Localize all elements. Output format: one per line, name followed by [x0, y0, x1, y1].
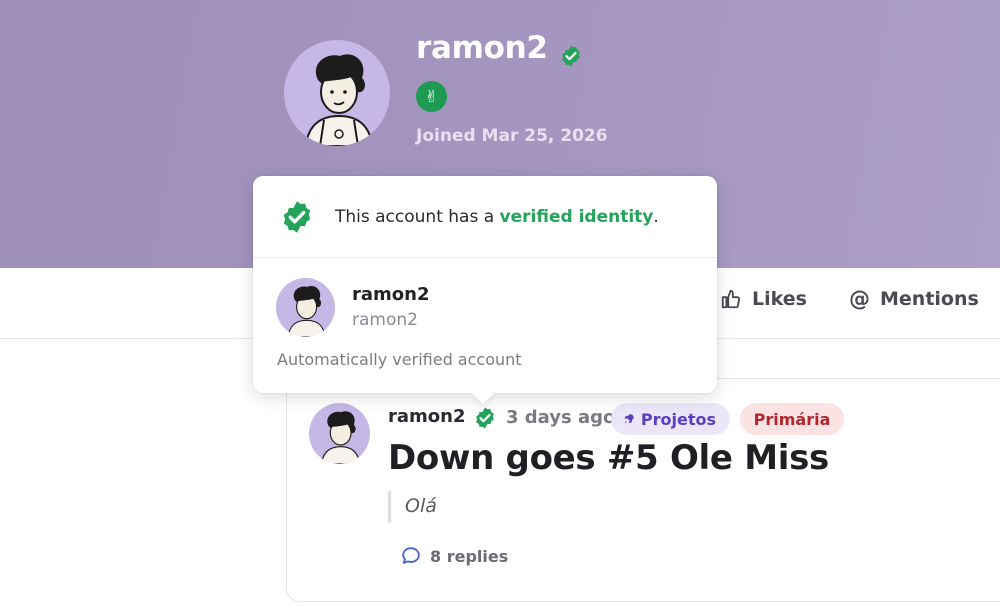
post-author[interactable]: ramon2: [388, 406, 465, 427]
profile-avatar[interactable]: [284, 40, 390, 146]
peace-hand-icon[interactable]: ✌: [416, 81, 447, 112]
verified-badge-icon[interactable]: [559, 44, 583, 68]
post-timestamp: 3 days ago: [506, 407, 616, 428]
popover-note: Automatically verified account: [277, 350, 522, 369]
tag-projetos[interactable]: Projetos: [611, 403, 730, 435]
at-sign-icon: @: [849, 287, 870, 311]
verified-message-prefix: This account has a: [335, 207, 500, 227]
tab-mentions[interactable]: @ Mentions: [849, 286, 979, 312]
verified-identity-popover: This account has a verified identity. ra…: [253, 176, 717, 393]
rocket-icon: [624, 414, 634, 424]
joined-date: Joined Mar 25, 2026: [416, 126, 608, 146]
replies-link[interactable]: 8 replies: [400, 545, 508, 567]
post-excerpt: Olá: [405, 495, 437, 517]
tag-label: Primária: [753, 409, 831, 429]
tab-likes-label: Likes: [752, 288, 807, 310]
thumbs-up-icon: [721, 289, 740, 309]
popover-handle: ramon2: [352, 310, 418, 330]
tab-mentions-label: Mentions: [880, 288, 979, 310]
replies-count: 8 replies: [430, 546, 509, 566]
popover-avatar[interactable]: [276, 278, 335, 337]
popover-header: This account has a verified identity.: [253, 176, 717, 258]
post-avatar[interactable]: [309, 403, 370, 464]
verified-message: This account has a verified identity.: [335, 207, 659, 227]
tab-likes[interactable]: Likes: [720, 286, 807, 312]
tag-primaria[interactable]: Primária: [740, 403, 844, 435]
verified-badge-icon[interactable]: [473, 406, 497, 430]
verified-message-suffix: .: [653, 207, 659, 227]
verified-identity-link[interactable]: verified identity: [500, 207, 654, 227]
speech-bubble-icon: [402, 547, 420, 564]
verified-badge-icon: [283, 201, 311, 233]
tag-label: Projetos: [640, 409, 716, 429]
profile-username: ramon2: [416, 30, 548, 66]
post-title[interactable]: Down goes #5 Ole Miss: [388, 438, 829, 478]
quote-bar: [388, 491, 391, 523]
popover-name[interactable]: ramon2: [352, 284, 429, 305]
